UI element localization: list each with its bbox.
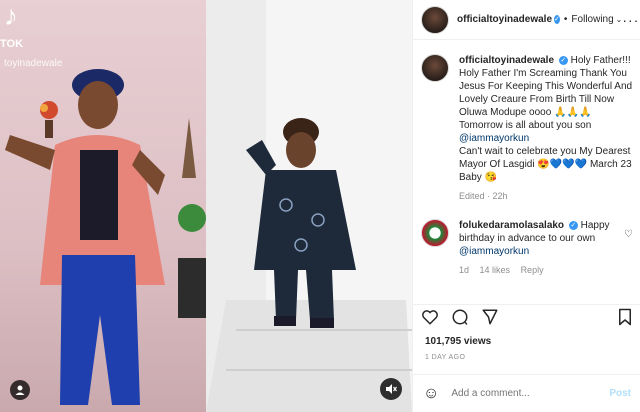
- caption-edited: Edited · 22h: [459, 191, 508, 201]
- tiktok-logo-watermark: ♪: [4, 0, 18, 31]
- heart-outline-icon[interactable]: ♡: [624, 229, 633, 277]
- comments-list[interactable]: officialtoyinadewale ✓ Holy Father!!! Ho…: [413, 48, 640, 298]
- comment-item: folukedaramolasalako ✓ Happy birthday in…: [413, 213, 640, 277]
- post-date[interactable]: 1 DAY AGO: [425, 354, 465, 361]
- emoji-smiley-icon[interactable]: ☺: [423, 385, 439, 403]
- caption-item: officialtoyinadewale ✓ Holy Father!!! Ho…: [413, 48, 640, 203]
- bookmark-icon[interactable]: [617, 308, 633, 331]
- separator-dot: •: [563, 14, 568, 25]
- comment-username[interactable]: folukedaramolasalako: [459, 220, 564, 231]
- post-header: officialtoyinadewale ✓ • Following ⌄ ···: [413, 0, 640, 40]
- caption-text-2: Can't wait to celebrate you My Dearest M…: [459, 146, 632, 183]
- post-side-panel: officialtoyinadewale ✓ • Following ⌄ ···…: [412, 0, 640, 412]
- avatar[interactable]: [421, 5, 449, 34]
- user-icon: [15, 385, 25, 395]
- share-send-icon[interactable]: [481, 308, 499, 331]
- mute-button[interactable]: [380, 378, 402, 400]
- caption-mention[interactable]: @iammayorkun: [459, 133, 529, 144]
- header-username[interactable]: officialtoyinadewale: [457, 14, 552, 25]
- comment-reply-button[interactable]: Reply: [521, 265, 544, 275]
- tagged-user-button[interactable]: [10, 380, 30, 400]
- post-media[interactable]: ♪ TOK toyinadewale: [0, 0, 412, 412]
- avatar[interactable]: [421, 219, 449, 247]
- woman-dancing-figure: [5, 69, 165, 405]
- left-video-frame: ♪ TOK toyinadewale: [0, 0, 206, 412]
- views-count[interactable]: 101,795 views: [425, 336, 491, 347]
- comment-input[interactable]: [449, 387, 610, 400]
- chevron-down-icon[interactable]: ⌄: [616, 15, 623, 24]
- verified-badge-icon: ✓: [554, 15, 560, 24]
- action-bar: [413, 304, 640, 334]
- comment-likes[interactable]: 14 likes: [480, 265, 511, 275]
- add-comment-bar: ☺ Post: [413, 374, 640, 412]
- comment-time: 1d: [459, 265, 470, 275]
- caption-username[interactable]: officialtoyinadewale: [459, 55, 554, 66]
- comment-bubble-icon[interactable]: [451, 308, 469, 331]
- man-posing-figure: [246, 118, 356, 328]
- comment-meta: 1d 14 likes Reply: [459, 264, 624, 277]
- speaker-muted-icon: [386, 384, 397, 394]
- verified-badge-icon: ✓: [558, 55, 568, 65]
- following-button[interactable]: Following: [571, 14, 613, 25]
- verified-badge-icon: ✓: [568, 220, 578, 230]
- caption-text: Holy Father!!! Holy Father I'm Screaming…: [459, 55, 633, 131]
- more-options-icon[interactable]: ···: [622, 12, 639, 28]
- avatar[interactable]: [421, 54, 449, 82]
- comment-mention[interactable]: @iammayorkun: [459, 246, 529, 257]
- like-heart-icon[interactable]: [421, 308, 439, 331]
- post-button[interactable]: Post: [609, 388, 631, 399]
- watermark-text: TOK: [0, 38, 24, 50]
